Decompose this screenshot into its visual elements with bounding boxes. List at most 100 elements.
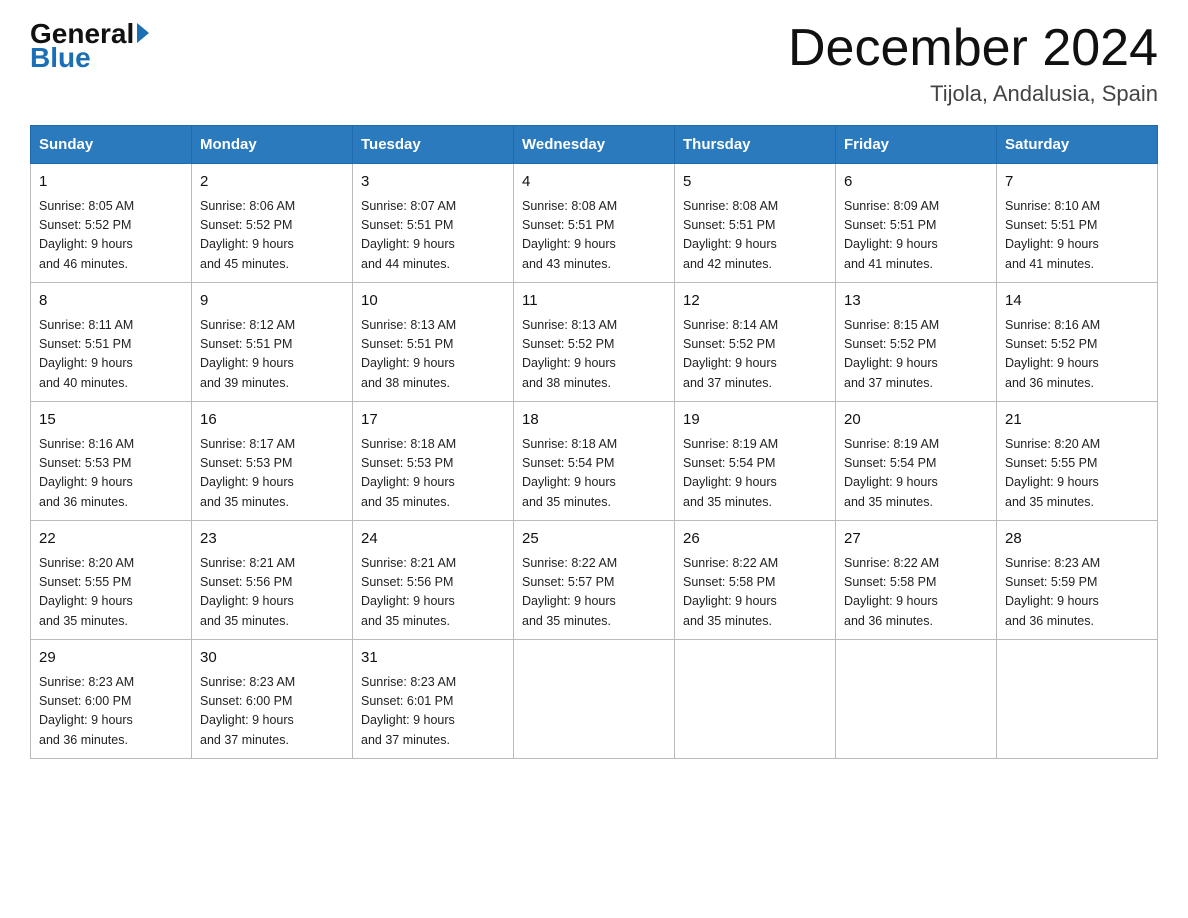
calendar-day-cell: 26 Sunrise: 8:22 AMSunset: 5:58 PMDayligh… bbox=[675, 521, 836, 640]
location-subtitle: Tijola, Andalusia, Spain bbox=[788, 81, 1158, 107]
calendar-week-row: 22 Sunrise: 8:20 AMSunset: 5:55 PMDayligh… bbox=[31, 521, 1158, 640]
day-number: 5 bbox=[683, 171, 827, 194]
calendar-day-cell bbox=[514, 640, 675, 759]
day-number: 16 bbox=[200, 409, 344, 432]
day-number: 6 bbox=[844, 171, 988, 194]
calendar-day-cell: 15 Sunrise: 8:16 AMSunset: 5:53 PMDayligh… bbox=[31, 402, 192, 521]
day-number: 30 bbox=[200, 647, 344, 670]
day-info: Sunrise: 8:13 AMSunset: 5:52 PMDaylight:… bbox=[522, 316, 666, 394]
calendar-week-row: 1 Sunrise: 8:05 AMSunset: 5:52 PMDaylight… bbox=[31, 164, 1158, 283]
day-info: Sunrise: 8:18 AMSunset: 5:53 PMDaylight:… bbox=[361, 435, 505, 513]
calendar-day-cell: 25 Sunrise: 8:22 AMSunset: 5:57 PMDayligh… bbox=[514, 521, 675, 640]
day-info: Sunrise: 8:23 AMSunset: 6:00 PMDaylight:… bbox=[200, 673, 344, 751]
day-info: Sunrise: 8:16 AMSunset: 5:52 PMDaylight:… bbox=[1005, 316, 1149, 394]
day-info: Sunrise: 8:08 AMSunset: 5:51 PMDaylight:… bbox=[683, 197, 827, 275]
day-number: 3 bbox=[361, 171, 505, 194]
day-number: 1 bbox=[39, 171, 183, 194]
day-number: 17 bbox=[361, 409, 505, 432]
day-number: 12 bbox=[683, 290, 827, 313]
day-number: 14 bbox=[1005, 290, 1149, 313]
day-info: Sunrise: 8:20 AMSunset: 5:55 PMDaylight:… bbox=[1005, 435, 1149, 513]
weekday-header-saturday: Saturday bbox=[997, 126, 1158, 164]
calendar-day-cell: 19Sunrise: 8:19 AMSunset: 5:54 PMDayligh… bbox=[675, 402, 836, 521]
logo-arrow-icon bbox=[137, 23, 149, 43]
day-number: 26 bbox=[683, 528, 827, 551]
day-number: 10 bbox=[361, 290, 505, 313]
day-number: 21 bbox=[1005, 409, 1149, 432]
day-info: Sunrise: 8:21 AMSunset: 5:56 PMDaylight:… bbox=[361, 554, 505, 632]
weekday-header-sunday: Sunday bbox=[31, 126, 192, 164]
calendar-day-cell: 16Sunrise: 8:17 AMSunset: 5:53 PMDayligh… bbox=[192, 402, 353, 521]
day-info: Sunrise: 8:22 AMSunset: 5:58 PMDaylight:… bbox=[844, 554, 988, 632]
day-info: Sunrise: 8:16 AMSunset: 5:53 PMDaylight:… bbox=[39, 435, 183, 513]
weekday-header-wednesday: Wednesday bbox=[514, 126, 675, 164]
day-info: Sunrise: 8:10 AMSunset: 5:51 PMDaylight:… bbox=[1005, 197, 1149, 275]
calendar-day-cell: 17 Sunrise: 8:18 AMSunset: 5:53 PMDayligh… bbox=[353, 402, 514, 521]
day-info: Sunrise: 8:21 AMSunset: 5:56 PMDaylight:… bbox=[200, 554, 344, 632]
calendar-day-cell: 6 Sunrise: 8:09 AMSunset: 5:51 PMDaylight… bbox=[836, 164, 997, 283]
day-number: 31 bbox=[361, 647, 505, 670]
weekday-header-monday: Monday bbox=[192, 126, 353, 164]
weekday-header-tuesday: Tuesday bbox=[353, 126, 514, 164]
day-info: Sunrise: 8:19 AMSunset: 5:54 PMDaylight:… bbox=[844, 435, 988, 513]
day-info: Sunrise: 8:23 AMSunset: 6:00 PMDaylight:… bbox=[39, 673, 183, 751]
day-info: Sunrise: 8:07 AMSunset: 5:51 PMDaylight:… bbox=[361, 197, 505, 275]
calendar-day-cell: 5 Sunrise: 8:08 AMSunset: 5:51 PMDaylight… bbox=[675, 164, 836, 283]
calendar-body: 1 Sunrise: 8:05 AMSunset: 5:52 PMDaylight… bbox=[31, 164, 1158, 759]
day-info: Sunrise: 8:05 AMSunset: 5:52 PMDaylight:… bbox=[39, 197, 183, 275]
calendar-day-cell bbox=[675, 640, 836, 759]
calendar-day-cell: 18 Sunrise: 8:18 AMSunset: 5:54 PMDayligh… bbox=[514, 402, 675, 521]
day-info: Sunrise: 8:14 AMSunset: 5:52 PMDaylight:… bbox=[683, 316, 827, 394]
calendar-day-cell: 7 Sunrise: 8:10 AMSunset: 5:51 PMDaylight… bbox=[997, 164, 1158, 283]
day-info: Sunrise: 8:13 AMSunset: 5:51 PMDaylight:… bbox=[361, 316, 505, 394]
calendar-table: SundayMondayTuesdayWednesdayThursdayFrid… bbox=[30, 125, 1158, 759]
day-number: 4 bbox=[522, 171, 666, 194]
day-info: Sunrise: 8:22 AMSunset: 5:57 PMDaylight:… bbox=[522, 554, 666, 632]
day-number: 11 bbox=[522, 290, 666, 313]
calendar-day-cell: 29 Sunrise: 8:23 AMSunset: 6:00 PMDayligh… bbox=[31, 640, 192, 759]
calendar-day-cell: 22 Sunrise: 8:20 AMSunset: 5:55 PMDayligh… bbox=[31, 521, 192, 640]
day-number: 15 bbox=[39, 409, 183, 432]
calendar-day-cell: 2Sunrise: 8:06 AMSunset: 5:52 PMDaylight… bbox=[192, 164, 353, 283]
day-number: 22 bbox=[39, 528, 183, 551]
calendar-day-cell: 12 Sunrise: 8:14 AMSunset: 5:52 PMDayligh… bbox=[675, 283, 836, 402]
page-header: General Blue December 2024 Tijola, Andal… bbox=[30, 20, 1158, 107]
calendar-day-cell: 28 Sunrise: 8:23 AMSunset: 5:59 PMDayligh… bbox=[997, 521, 1158, 640]
day-info: Sunrise: 8:09 AMSunset: 5:51 PMDaylight:… bbox=[844, 197, 988, 275]
month-title: December 2024 bbox=[788, 20, 1158, 77]
calendar-day-cell: 21 Sunrise: 8:20 AMSunset: 5:55 PMDayligh… bbox=[997, 402, 1158, 521]
calendar-day-cell: 27 Sunrise: 8:22 AMSunset: 5:58 PMDayligh… bbox=[836, 521, 997, 640]
title-block: December 2024 Tijola, Andalusia, Spain bbox=[788, 20, 1158, 107]
day-info: Sunrise: 8:23 AMSunset: 5:59 PMDaylight:… bbox=[1005, 554, 1149, 632]
day-number: 29 bbox=[39, 647, 183, 670]
day-info: Sunrise: 8:23 AMSunset: 6:01 PMDaylight:… bbox=[361, 673, 505, 751]
day-number: 18 bbox=[522, 409, 666, 432]
day-info: Sunrise: 8:08 AMSunset: 5:51 PMDaylight:… bbox=[522, 197, 666, 275]
day-number: 25 bbox=[522, 528, 666, 551]
calendar-day-cell: 30 Sunrise: 8:23 AMSunset: 6:00 PMDayligh… bbox=[192, 640, 353, 759]
calendar-day-cell: 31 Sunrise: 8:23 AMSunset: 6:01 PMDayligh… bbox=[353, 640, 514, 759]
day-number: 28 bbox=[1005, 528, 1149, 551]
calendar-week-row: 29 Sunrise: 8:23 AMSunset: 6:00 PMDayligh… bbox=[31, 640, 1158, 759]
day-info: Sunrise: 8:15 AMSunset: 5:52 PMDaylight:… bbox=[844, 316, 988, 394]
day-number: 20 bbox=[844, 409, 988, 432]
calendar-day-cell: 8Sunrise: 8:11 AMSunset: 5:51 PMDaylight… bbox=[31, 283, 192, 402]
weekday-header-friday: Friday bbox=[836, 126, 997, 164]
calendar-day-cell: 3 Sunrise: 8:07 AMSunset: 5:51 PMDaylight… bbox=[353, 164, 514, 283]
calendar-day-cell: 13Sunrise: 8:15 AMSunset: 5:52 PMDayligh… bbox=[836, 283, 997, 402]
logo-blue-text: Blue bbox=[30, 44, 91, 72]
day-info: Sunrise: 8:22 AMSunset: 5:58 PMDaylight:… bbox=[683, 554, 827, 632]
day-number: 7 bbox=[1005, 171, 1149, 194]
day-info: Sunrise: 8:18 AMSunset: 5:54 PMDaylight:… bbox=[522, 435, 666, 513]
calendar-day-cell: 1 Sunrise: 8:05 AMSunset: 5:52 PMDaylight… bbox=[31, 164, 192, 283]
calendar-header-row: SundayMondayTuesdayWednesdayThursdayFrid… bbox=[31, 126, 1158, 164]
day-info: Sunrise: 8:20 AMSunset: 5:55 PMDaylight:… bbox=[39, 554, 183, 632]
calendar-day-cell: 11 Sunrise: 8:13 AMSunset: 5:52 PMDayligh… bbox=[514, 283, 675, 402]
day-info: Sunrise: 8:12 AMSunset: 5:51 PMDaylight:… bbox=[200, 316, 344, 394]
calendar-day-cell: 10 Sunrise: 8:13 AMSunset: 5:51 PMDayligh… bbox=[353, 283, 514, 402]
day-info: Sunrise: 8:11 AMSunset: 5:51 PMDaylight:… bbox=[39, 316, 183, 394]
day-number: 9 bbox=[200, 290, 344, 313]
day-number: 27 bbox=[844, 528, 988, 551]
calendar-day-cell: 4 Sunrise: 8:08 AMSunset: 5:51 PMDaylight… bbox=[514, 164, 675, 283]
calendar-day-cell: 24Sunrise: 8:21 AMSunset: 5:56 PMDayligh… bbox=[353, 521, 514, 640]
